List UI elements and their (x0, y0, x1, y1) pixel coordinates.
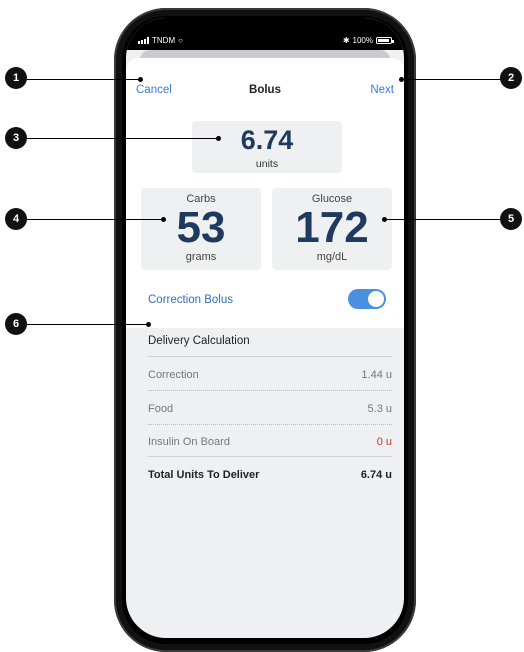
callout-dot-3 (216, 136, 221, 141)
callout-marker-5: 5 (500, 208, 522, 230)
calc-row-value: 1.44 u (361, 369, 392, 381)
callout-dot-5 (382, 217, 387, 222)
calc-row-total: Total Units To Deliver 6.74 u (148, 469, 392, 485)
units-card[interactable]: 6.74 units (192, 121, 342, 173)
next-button[interactable]: Next (370, 84, 394, 96)
divider (148, 424, 392, 425)
callout-dot-1 (138, 77, 143, 82)
calc-row-insulin-on-board: Insulin On Board 0 u (148, 436, 392, 452)
signal-icon (138, 37, 149, 44)
glucose-unit: mg/dL (316, 251, 348, 263)
status-left: TNDM ○ (138, 36, 183, 45)
correction-bolus-toggle[interactable] (348, 289, 386, 309)
callout-line-3 (27, 138, 218, 139)
callout-marker-3: 3 (5, 127, 27, 149)
callout-dot-2 (399, 77, 404, 82)
glucose-card[interactable]: Glucose 172 mg/dL (272, 188, 392, 270)
status-right: ✱ 100% (342, 36, 394, 45)
phone-screen: TNDM ○ ✱ 100% Cancel Bolus Next 6.74 uni… (126, 18, 404, 638)
glucose-value: 172 (295, 203, 369, 252)
calc-row-label: Correction (148, 369, 199, 381)
callout-marker-2: 2 (500, 67, 522, 89)
calc-row-value: 5.3 u (367, 403, 392, 415)
divider (148, 456, 392, 457)
total-value: 6.74 u (360, 469, 392, 481)
carrier-name: TNDM (152, 36, 176, 45)
divider (148, 356, 392, 357)
callout-dot-6 (146, 322, 151, 327)
calc-row-correction: Correction 1.44 u (148, 369, 392, 385)
callout-line-2 (401, 79, 501, 80)
callout-line-1 (27, 79, 140, 80)
divider (148, 390, 392, 391)
callout-marker-4: 4 (5, 208, 27, 230)
units-value: 6.74 (240, 125, 294, 155)
page-title: Bolus (249, 84, 281, 96)
callout-line-4 (27, 219, 163, 220)
toggle-knob (368, 291, 384, 307)
bluetooth-icon: ✱ (342, 36, 350, 45)
carbs-value: 53 (176, 203, 226, 252)
callout-line-6 (27, 324, 148, 325)
callout-dot-4 (161, 217, 166, 222)
callout-marker-6: 6 (5, 313, 27, 335)
wifi-icon: ○ (178, 35, 183, 45)
battery-percent: 100% (352, 36, 373, 45)
calc-row-label: Food (148, 403, 174, 415)
battery-icon (376, 37, 394, 44)
callout-marker-1: 1 (5, 67, 27, 89)
total-label: Total Units To Deliver (148, 469, 260, 481)
calc-row-food: Food 5.3 u (148, 403, 392, 419)
phone-bezel: TNDM ○ ✱ 100% Cancel Bolus Next 6.74 uni… (122, 16, 408, 644)
correction-bolus-label: Correction Bolus (148, 294, 234, 306)
delivery-calculation-title: Delivery Calculation (148, 335, 250, 347)
calc-row-label: Insulin On Board (148, 436, 230, 448)
status-bar: TNDM ○ ✱ 100% (126, 18, 404, 50)
callout-line-5 (384, 219, 501, 220)
carbs-card[interactable]: Carbs 53 grams (141, 188, 261, 270)
bolus-sheet: Cancel Bolus Next 6.74 units Carbs 53 gr… (126, 58, 404, 328)
carbs-unit: grams (185, 251, 217, 263)
phone-frame: TNDM ○ ✱ 100% Cancel Bolus Next 6.74 uni… (114, 8, 416, 652)
calc-row-value: 0 u (376, 436, 392, 448)
units-label: units (255, 158, 279, 170)
